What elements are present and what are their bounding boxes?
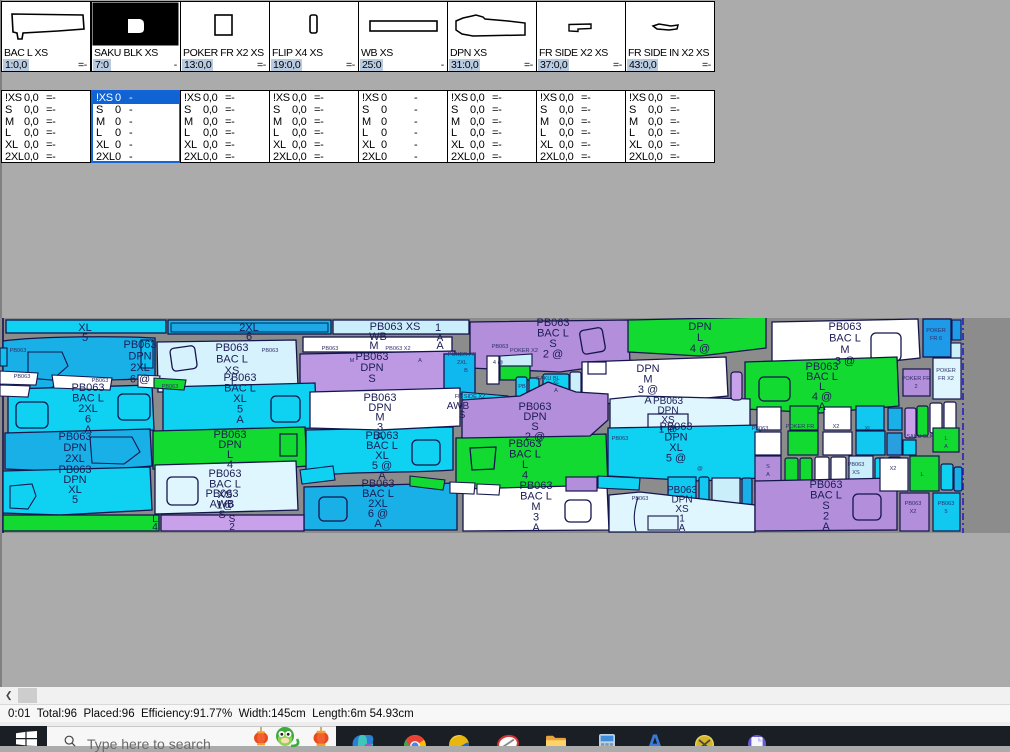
svg-text:BAC L: BAC L (216, 354, 248, 366)
svg-text:4 @: 4 @ (493, 360, 504, 366)
svg-text:XL: XL (865, 426, 872, 432)
svg-text:X2: X2 (910, 509, 917, 515)
svg-text:POKER FR: POKER FR (448, 352, 477, 358)
svg-text:DPN: DPN (128, 351, 151, 363)
svg-text:5: 5 (82, 332, 88, 344)
svg-text:A: A (818, 401, 826, 413)
svg-text:L: L (944, 436, 947, 442)
svg-text:2: 2 (229, 522, 235, 533)
svg-text:A: A (554, 388, 558, 394)
svg-text:X2: X2 (890, 466, 897, 472)
svg-text:XS: XS (852, 470, 860, 476)
svg-text:PB063: PB063 (938, 501, 955, 507)
svg-text:M: M (350, 358, 355, 364)
svg-text:5: 5 (944, 509, 947, 515)
svg-text:PB063: PB063 (10, 348, 27, 354)
svg-text:SAKU BL: SAKU BL (536, 376, 560, 382)
svg-text:PB063: PB063 (215, 342, 248, 354)
svg-text:PB063: PB063 (14, 374, 31, 380)
svg-text:L: L (920, 472, 923, 478)
svg-text:2: 2 (914, 384, 917, 390)
svg-text:A: A (647, 730, 663, 746)
svg-text:S: S (368, 373, 375, 385)
svg-text:PB063: PB063 (322, 346, 339, 352)
svg-text:S: S (218, 509, 225, 521)
svg-text:PB063: PB063 (905, 501, 922, 507)
svg-text:B: B (464, 368, 468, 374)
svg-text:PB063: PB063 (492, 344, 509, 350)
svg-text:POKER FR: POKER FR (902, 376, 931, 382)
svg-text:POKER: POKER (926, 328, 946, 334)
svg-text:PB063 X2: PB063 X2 (385, 346, 410, 352)
svg-text:PB063: PB063 (828, 321, 861, 333)
svg-text:A: A (236, 414, 244, 426)
svg-text:@: @ (697, 466, 703, 472)
svg-text:A: A (766, 472, 770, 478)
svg-text:BAC L: BAC L (829, 333, 861, 345)
svg-text:5: 5 (72, 494, 78, 506)
svg-text:PB063: PB063 (632, 496, 649, 502)
svg-text:POKER: POKER (936, 368, 956, 374)
svg-text:S: S (459, 410, 466, 421)
svg-text:2 @: 2 @ (543, 349, 563, 361)
svg-text:5 @: 5 @ (666, 453, 686, 465)
svg-text:PB063: PB063 (262, 348, 279, 354)
svg-text:FR X2: FR X2 (938, 376, 954, 382)
svg-text:A: A (679, 523, 686, 533)
svg-text:X2: X2 (833, 424, 840, 430)
svg-text:A: A (374, 518, 382, 530)
svg-text:PB063: PB063 (162, 384, 179, 390)
svg-text:2XL: 2XL (457, 360, 467, 366)
svg-text:PB: PB (518, 384, 526, 390)
svg-text:A: A (532, 522, 540, 533)
svg-text:PB063: PB063 (612, 436, 629, 442)
svg-text:PB063: PB063 (848, 462, 865, 468)
svg-text:4: 4 (152, 522, 158, 533)
svg-text:M: M (840, 344, 849, 356)
svg-text:POKER X2: POKER X2 (510, 348, 538, 354)
svg-text:SAKU BLK: SAKU BLK (906, 434, 934, 440)
svg-text:A: A (644, 395, 652, 407)
svg-text:S: S (766, 464, 770, 470)
svg-text:A: A (944, 444, 948, 450)
svg-text:POKER FR: POKER FR (786, 424, 815, 430)
svg-text:FR SIDE X2: FR SIDE X2 (455, 394, 485, 400)
svg-text:PB063: PB063 (92, 378, 109, 384)
svg-text:A: A (418, 358, 422, 364)
svg-text:A: A (437, 333, 444, 344)
svg-text:2XL: 2XL (130, 362, 150, 374)
svg-text:PB063: PB063 (752, 426, 769, 432)
svg-text:6 @: 6 @ (130, 374, 150, 386)
svg-text:FR 6: FR 6 (930, 336, 942, 342)
svg-text:A: A (822, 521, 830, 533)
svg-text:4 @: 4 @ (690, 343, 710, 355)
svg-text:PB063: PB063 (123, 339, 156, 351)
